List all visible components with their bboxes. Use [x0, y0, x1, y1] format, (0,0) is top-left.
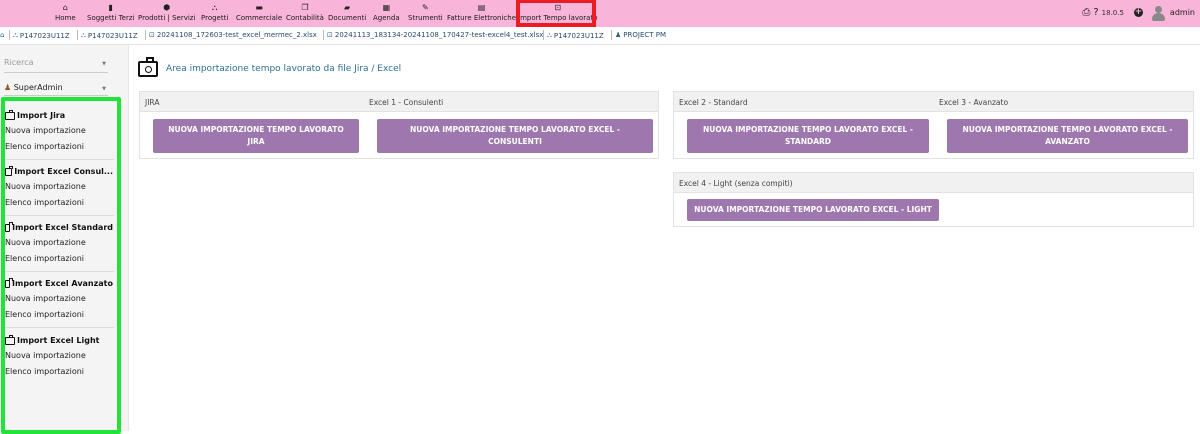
nav-soggetti-terzi[interactable]: ▮ Soggetti Terzi — [87, 2, 134, 26]
recent-items-bar: ⌂ ⛬ P147023U11Z ⛬ P147023U11Z ⊡ 20241108_17… — [0, 27, 1200, 45]
import-excel-avanzato-button[interactable]: NUOVA IMPORTAZIONE TEMPO LAVORATO EXCEL … — [947, 119, 1188, 153]
user-icon: ♟ — [615, 31, 622, 39]
column-label-light: Excel 4 - Light (senza compiti) — [679, 179, 793, 188]
nav-commerciale[interactable]: ▬ Commerciale — [236, 2, 282, 26]
recent-item-label: P147023U11Z — [19, 31, 70, 40]
recent-item-label: 20241113_183134-20241108_170427-test-exc… — [334, 31, 544, 39]
calendar-icon: ▦ — [382, 3, 391, 12]
import-excel-consulenti-button[interactable]: NUOVA IMPORTAZIONE TEMPO LAVORATO EXCEL … — [377, 119, 653, 153]
panel-header: Excel 4 - Light (senza compiti) — [674, 173, 1193, 193]
nav-label: Agenda — [373, 14, 400, 22]
import-jira-button[interactable]: NUOVA IMPORTAZIONE TEMPO LAVORATO JIRA — [153, 119, 359, 153]
nav-home[interactable]: ⌂ Home — [55, 2, 76, 26]
home-icon: ⌂ — [0, 31, 5, 39]
recent-item[interactable]: ⊡ 20241108_172603-test_excel_mermec_2.xls… — [149, 31, 317, 39]
nav-label: Contabilità — [286, 14, 324, 22]
nav-label: Progetti — [201, 14, 229, 22]
chevron-down-icon: ▼ — [102, 86, 106, 92]
recent-item-label: P147023U11Z — [87, 31, 138, 40]
nav-label: Strumenti — [408, 14, 443, 22]
help-icon[interactable]: ? — [1093, 7, 1098, 18]
nav-agenda[interactable]: ▦ Agenda — [373, 2, 400, 26]
nav-label: Home — [55, 14, 76, 22]
import-excel-standard-button[interactable]: NUOVA IMPORTAZIONE TEMPO LAVORATO EXCEL … — [687, 119, 929, 153]
toolbox-icon: ⊡ — [327, 31, 333, 39]
project-tree-icon: ⛬ — [211, 3, 218, 12]
version-label: 18.0.5 — [1101, 8, 1124, 17]
nav-fatture-elettroniche[interactable]: ▤ Fatture Elettroniche — [447, 2, 516, 26]
column-label-standard: Excel 2 - Standard — [679, 98, 748, 107]
invoice-icon: ▤ — [477, 3, 486, 12]
user-area: ⎙ ? 18.0.5 + admin — [1082, 0, 1200, 25]
building-icon: ▮ — [108, 3, 113, 12]
sidebar-highlight-frame — [1, 97, 121, 434]
home-crumb[interactable]: ⌂ — [0, 31, 6, 39]
recent-item-label: PROJECT PM — [623, 31, 667, 39]
panel-standard-avanzato: Excel 2 - Standard Excel 3 - Avanzato NU… — [673, 91, 1194, 159]
panel-light: Excel 4 - Light (senza compiti) NUOVA IM… — [673, 172, 1194, 227]
column-label-consulenti: Excel 1 - Consulenti — [369, 98, 444, 107]
user-icon: ♟ — [4, 83, 12, 92]
recent-item[interactable]: ⛬ P147023U11Z — [81, 31, 138, 40]
recent-item[interactable]: ♟ PROJECT PM — [615, 31, 666, 39]
recent-item[interactable]: ⛬ P147023U11Z — [547, 31, 604, 40]
role-label: SuperAdmin — [13, 83, 63, 92]
search-placeholder: Ricerca — [4, 58, 34, 67]
nav-label: Soggetti Terzi — [87, 14, 135, 22]
wrench-icon: ✎ — [422, 3, 429, 12]
chevron-down-icon: ▼ — [102, 61, 106, 67]
page-header: Area importazione tempo lavorato da file… — [138, 57, 402, 80]
active-nav-highlight — [516, 0, 596, 27]
import-excel-light-button[interactable]: NUOVA IMPORTAZIONE TEMPO LAVORATO EXCEL … — [687, 199, 939, 221]
recent-item-label: P147023U11Z — [553, 31, 604, 40]
nav-label: Prodotti | Servizi — [138, 14, 196, 22]
panel-jira-consulenti: JIRA Excel 1 - Consulenti NUOVA IMPORTAZ… — [139, 91, 659, 159]
panel-header: Excel 2 - Standard Excel 3 - Avanzato — [674, 92, 1193, 112]
recent-item[interactable]: ⛬ P147023U11Z — [13, 31, 70, 40]
toolbox-icon — [138, 57, 158, 77]
nav-label: Documenti — [328, 14, 367, 22]
nav-progetti[interactable]: ⛬ Progetti — [201, 2, 228, 26]
panel-header: JIRA Excel 1 - Consulenti — [140, 92, 658, 112]
username[interactable]: admin — [1170, 8, 1195, 17]
briefcase-icon: ▬ — [255, 3, 263, 12]
copy-icon: ❐ — [301, 3, 309, 12]
home-icon: ⌂ — [62, 3, 68, 12]
nav-contabilita[interactable]: ❐ Contabilità — [286, 2, 324, 26]
sidebar: Ricerca ▼ ♟ SuperAdmin ▼ Import Jira Nuo… — [0, 45, 129, 434]
role-select[interactable]: ♟ SuperAdmin ▼ — [4, 83, 108, 96]
column-label-jira: JIRA — [145, 98, 160, 107]
recent-item[interactable]: ⊡ 20241113_183134-20241108_170427-test-ex… — [327, 31, 543, 39]
page-title: Area importazione tempo lavorato da file… — [166, 64, 402, 74]
search-input[interactable]: Ricerca ▼ — [4, 58, 108, 73]
add-icon[interactable]: + — [1133, 8, 1143, 17]
top-navigation-bar: ⌂ Home ▮ Soggetti Terzi ⬢ Prodotti | Ser… — [0, 0, 1200, 27]
nav-label: Fatture Elettroniche — [447, 14, 516, 22]
project-tree-icon: ⛬ — [81, 31, 86, 39]
box-icon: ⬢ — [163, 3, 171, 12]
folder-icon: ▰ — [344, 3, 351, 12]
nav-prodotti-servizi[interactable]: ⬢ Prodotti | Servizi — [138, 2, 195, 26]
recent-item-label: 20241108_172603-test_excel_mermec_2.xlsx — [156, 31, 317, 39]
nav-label: Commerciale — [236, 14, 283, 22]
printer-icon[interactable]: ⎙ — [1082, 7, 1090, 18]
project-tree-icon: ⛬ — [13, 31, 18, 39]
nav-documenti[interactable]: ▰ Documenti — [328, 2, 366, 26]
toolbox-icon: ⊡ — [149, 31, 155, 39]
nav-strumenti[interactable]: ✎ Strumenti — [408, 2, 443, 26]
avatar[interactable] — [1151, 5, 1165, 21]
column-label-avanzato: Excel 3 - Avanzato — [939, 98, 1009, 107]
project-tree-icon: ⛬ — [547, 31, 552, 39]
